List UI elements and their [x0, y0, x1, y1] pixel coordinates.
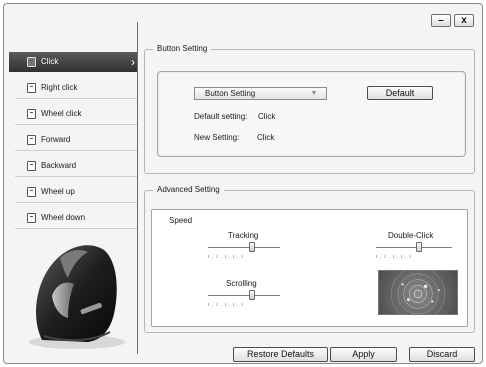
double-click-label: Double-Click: [388, 231, 434, 240]
restore-defaults-button[interactable]: Restore Defaults: [233, 347, 328, 362]
minimize-button[interactable]: –: [431, 14, 451, 27]
default-setting-value: Click: [258, 112, 276, 121]
settings-window: – x Click › Right click Wheel click Forw…: [3, 3, 483, 364]
mouse-button-icon: [27, 161, 36, 171]
select-value: Button Setting: [205, 89, 256, 98]
sidebar-item-label: Click: [41, 57, 59, 66]
scrolling-slider-track: [208, 295, 280, 296]
sidebar-item-wheel-down[interactable]: Wheel down: [9, 208, 138, 229]
advanced-setting-panel: Speed Tracking ı . ı . ı . ı . ı Double-…: [151, 209, 468, 327]
scrolling-label: Scrolling: [226, 279, 257, 288]
sidebar-item-forward[interactable]: Forward: [9, 130, 138, 151]
sidebar-item-wheel-up[interactable]: Wheel up: [9, 182, 138, 203]
scrolling-slider-thumb[interactable]: [249, 290, 255, 300]
default-button[interactable]: Default: [367, 86, 433, 100]
button-setting-select[interactable]: Button Setting ▼: [194, 87, 327, 100]
mouse-button-icon: [27, 57, 36, 67]
sidebar-item-label: Wheel up: [41, 187, 75, 196]
sidebar-item-backward[interactable]: Backward: [9, 156, 138, 177]
mouse-button-icon: [27, 109, 36, 119]
default-setting-label: Default setting:: [194, 112, 248, 121]
new-setting-label: New Setting:: [194, 133, 240, 142]
discard-button[interactable]: Discard: [409, 347, 475, 362]
speed-label: Speed: [169, 216, 193, 225]
mouse-button-icon: [27, 83, 36, 93]
double-click-test-area[interactable]: [378, 270, 458, 315]
sidebar-divider: [137, 22, 138, 354]
chevron-right-icon: ›: [131, 55, 135, 69]
advanced-setting-group: Advanced Setting Speed Tracking ı . ı . …: [144, 185, 475, 333]
divider: [15, 150, 138, 151]
divider: [15, 176, 138, 177]
tracking-slider-thumb[interactable]: [249, 242, 255, 252]
button-setting-panel: Button Setting ▼ Default Default setting…: [157, 71, 466, 157]
mouse-illustration: [29, 245, 125, 349]
sidebar-item-label: Backward: [41, 161, 77, 170]
mouse-button-icon: [27, 187, 36, 197]
tracking-slider-track: [208, 247, 280, 248]
sidebar-item-wheel-click[interactable]: Wheel click: [9, 104, 138, 125]
tracking-label: Tracking: [228, 231, 259, 240]
tracking-ticks: ı . ı . ı . ı . ı: [208, 254, 243, 260]
button-setting-group: Button Setting Button Setting ▼ Default …: [144, 44, 475, 174]
sidebar-item-click[interactable]: Click ›: [9, 52, 138, 72]
advanced-setting-title: Advanced Setting: [153, 185, 224, 194]
double-click-slider-track: [376, 247, 452, 248]
double-click-slider-thumb[interactable]: [416, 242, 422, 252]
close-button[interactable]: x: [454, 14, 474, 27]
sidebar-item-label: Wheel click: [41, 109, 82, 118]
divider: [15, 202, 138, 203]
sidebar-item-label: Wheel down: [41, 213, 86, 222]
sidebar-item-right-click[interactable]: Right click: [9, 78, 138, 99]
mouse-button-icon: [27, 213, 36, 223]
new-setting-value: Click: [257, 133, 275, 142]
divider: [15, 124, 138, 125]
button-setting-title: Button Setting: [153, 44, 212, 53]
scrolling-ticks: ı . ı . ı . ı . ı: [208, 302, 243, 308]
apply-button[interactable]: Apply: [330, 347, 397, 362]
sidebar-item-label: Forward: [41, 135, 71, 144]
divider: [15, 228, 138, 229]
double-click-ticks: ı . ı . ı . ı . ı: [376, 254, 411, 260]
divider: [15, 98, 138, 99]
sidebar-item-label: Right click: [41, 83, 78, 92]
mouse-button-icon: [27, 135, 36, 145]
sidebar: Click › Right click Wheel click Forward …: [4, 4, 138, 363]
dropdown-arrow-icon: ▼: [310, 90, 318, 97]
